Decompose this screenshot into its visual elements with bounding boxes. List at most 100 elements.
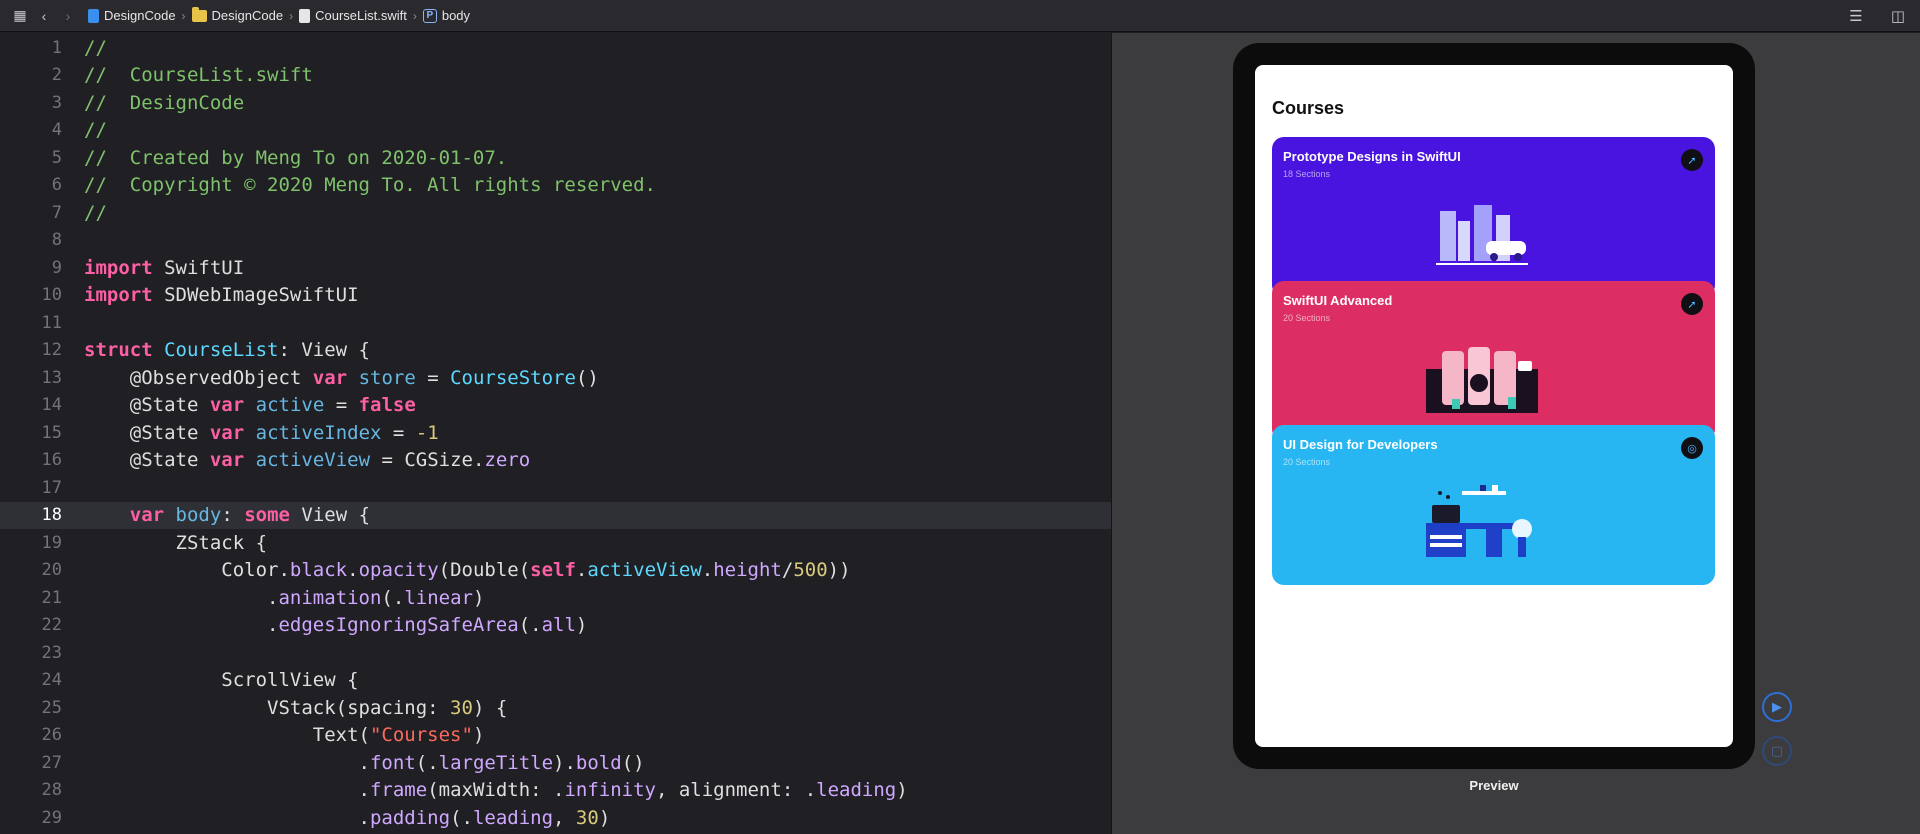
code-line[interactable]: 15 @State var activeIndex = -1 [0,419,1111,447]
code-line[interactable]: 19 ZStack { [0,529,1111,557]
code-token: (Double( [438,559,531,582]
line-number: 25 [41,697,62,718]
code-token: . [84,751,370,774]
preview-on-device-icon[interactable]: ▢ [1762,736,1792,766]
code-token: @State [84,449,210,472]
code-token: Text( [84,724,370,747]
code-token: // [84,119,107,142]
code-text: // Created by Meng To on 2020-01-07. [84,147,507,169]
line-number: 29 [41,807,62,828]
code-line[interactable]: 3 // DesignCode [0,89,1111,117]
forward-chevron-icon[interactable]: › [56,4,80,28]
course-title: Prototype Designs in SwiftUI [1283,149,1461,164]
code-line[interactable]: 18 var body: some View { [0,501,1111,529]
code-token: height [713,559,782,582]
line-number: 3 [51,92,62,113]
code-line[interactable]: 1 // [0,34,1111,62]
code-text: Text("Courses") [84,724,485,747]
code-token: @ObservedObject [84,366,313,389]
code-line[interactable]: 22 .edgesIgnoringSafeArea(.all) [0,612,1111,640]
course-card[interactable]: SwiftUI Advanced 20 Sections ➚ [1272,281,1715,441]
code-line[interactable]: 5 // Created by Meng To on 2020-01-07. [0,144,1111,172]
line-number: 16 [41,450,62,471]
code-token: : [221,504,245,527]
code-token: largeTitle [438,751,554,774]
breadcrumb-label: DesignCode [104,8,176,23]
code-line[interactable]: 6 // Copyright © 2020 Meng To. All rights… [0,172,1111,200]
swift-logo-icon: ➚ [1681,293,1703,315]
code-token: (. [381,586,405,609]
code-line[interactable]: 27 .font(.largeTitle).bold() [0,749,1111,777]
code-line[interactable]: 17 [0,474,1111,502]
code-line[interactable]: 7 // [0,199,1111,227]
add-editor-icon[interactable]: ◫ [1886,4,1910,28]
devices-illustration [1426,347,1538,413]
breadcrumb-file[interactable]: CourseList.swift [299,8,407,23]
code-token: leading [472,806,554,829]
line-number: 6 [51,175,62,196]
course-card[interactable]: Prototype Designs in SwiftUI 18 Sections… [1272,137,1715,297]
code-token: , alignment: . [655,779,817,802]
code-token: . [575,559,588,582]
grid-icon[interactable]: ▦ [8,4,32,28]
back-chevron-icon[interactable]: ‹ [32,4,56,28]
code-line[interactable]: 20 Color.black.opacity(Double(self.activ… [0,557,1111,585]
code-token: : View { [278,339,370,362]
code-line[interactable]: 25 VStack(spacing: 30) { [0,694,1111,722]
figma-logo-icon: ◎ [1681,437,1703,459]
line-number: 21 [41,587,62,608]
breadcrumb-project[interactable]: DesignCode [88,8,176,23]
code-token: // DesignCode [84,91,245,114]
code-line[interactable]: 11 [0,309,1111,337]
code-token: opacity [358,559,439,582]
breadcrumb-separator-icon: › [412,8,417,23]
device-screen[interactable]: Courses Prototype Designs in SwiftUI 18 … [1255,65,1733,747]
code-line[interactable]: 14 @State var active = false [0,392,1111,420]
code-token: ) [575,614,588,637]
code-line[interactable]: 4 // [0,117,1111,145]
code-token: () [621,751,645,774]
code-line[interactable]: 26 Text("Courses") [0,722,1111,750]
code-token: // Created by Meng To on 2020-01-07. [84,146,508,169]
course-title: SwiftUI Advanced [1283,293,1393,308]
code-token: frame [369,779,428,802]
code-line[interactable]: 12 struct CourseList: View { [0,337,1111,365]
code-line[interactable]: 2 // CourseList.swift [0,62,1111,90]
code-line[interactable]: 23 [0,639,1111,667]
code-line[interactable]: 10 import SDWebImageSwiftUI [0,282,1111,310]
code-token: // Copyright © 2020 Meng To. All rights … [84,174,656,197]
course-sections: 20 Sections [1283,457,1331,467]
line-number: 27 [41,752,62,773]
code-line[interactable]: 16 @State var activeView = CGSize.zero [0,447,1111,475]
code-token: edgesIgnoringSafeArea [278,614,519,637]
code-token: 500 [793,559,828,582]
code-line[interactable]: 9 import SwiftUI [0,254,1111,282]
editor-options-icon[interactable]: ☰ [1844,4,1868,28]
code-text: Color.black.opacity(Double(self.activeVi… [84,559,850,582]
code-line[interactable]: 13 @ObservedObject var store = CourseSto… [0,364,1111,392]
screen-title: Courses [1272,98,1345,118]
code-token: () [575,366,599,389]
source-editor[interactable]: 1//2// CourseList.swift 3 // DesignCode 4//… [0,33,1111,834]
code-text: import SDWebImageSwiftUI [84,284,359,306]
code-line[interactable]: 21 .animation(.linear) [0,584,1111,612]
line-number: 23 [41,642,62,663]
breadcrumb-folder[interactable]: DesignCode [191,6,283,23]
code-token: CourseList [164,339,279,362]
line-number: 26 [41,725,62,746]
course-card[interactable]: UI Design for Developers 20 Sections ◎ [1272,425,1715,585]
workspace-illustration [1426,485,1532,557]
live-preview-play-icon[interactable]: ▶ [1762,692,1792,722]
code-token: infinity [564,779,656,802]
breadcrumb-symbol[interactable]: P body [422,8,470,23]
code-token: = CGSize. [370,449,485,472]
swift-logo-icon: ➚ [1681,149,1703,171]
code-line[interactable]: 8 [0,227,1111,255]
code-line[interactable]: 24 ScrollView { [0,667,1111,695]
code-line[interactable]: 28 .frame(maxWidth: .infinity, alignment… [0,777,1111,805]
code-line[interactable]: 29 .padding(.leading, 30) [0,804,1111,832]
code-text: @State var activeView = CGSize.zero [84,449,530,471]
